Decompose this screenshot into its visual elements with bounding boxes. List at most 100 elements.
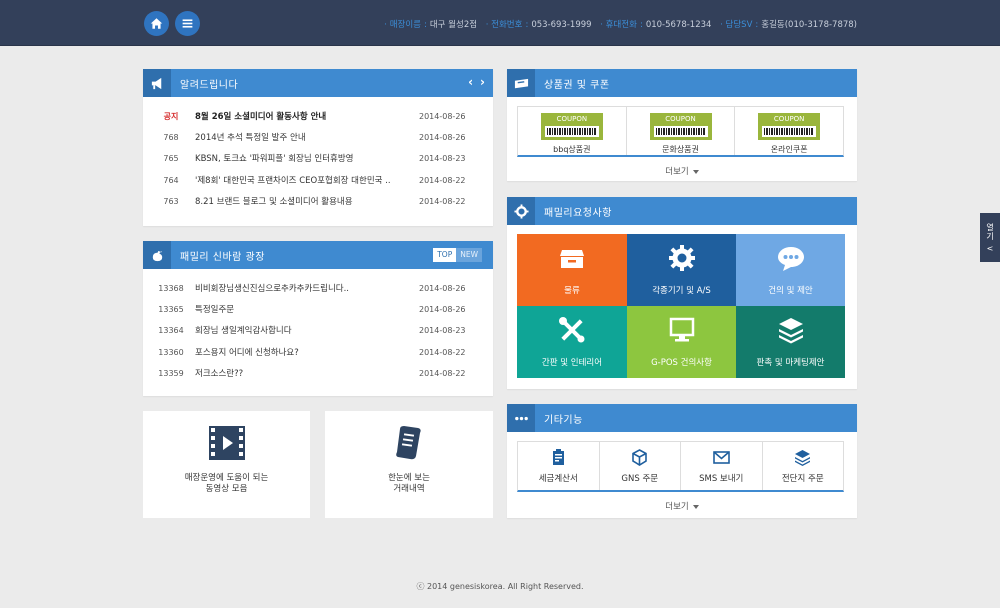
coupon-name: 문화상품권 <box>662 145 699 154</box>
film-icon <box>208 426 245 460</box>
list-item-no: 13365 <box>158 304 184 314</box>
family-header: 패밀리 신바람 광장 TOP NEW <box>143 241 493 269</box>
tile-label: 각종기기 및 A/S <box>652 286 711 296</box>
list-item[interactable]: 763 8.21 브랜드 블로그 및 소셜미디어 활용내용 2014-08-22 <box>143 191 493 211</box>
ledger-line2: 거래내역 <box>393 484 425 494</box>
list-item-title[interactable]: 회장님 생일계익감사합니다 <box>195 324 419 336</box>
more-label: 더보기 <box>665 167 689 177</box>
list-item-no: 13364 <box>158 325 184 335</box>
list-item-date: 2014-08-26 <box>419 111 466 121</box>
tools-icon <box>559 317 585 343</box>
layers-icon <box>795 449 811 466</box>
next-arrow-icon[interactable]: › <box>480 76 485 89</box>
barcode-icon <box>762 126 817 137</box>
list-item[interactable]: 768 2014년 추석 특정일 발주 안내 2014-08-26 <box>143 127 493 147</box>
phone-value: 053-693-1999 <box>531 20 592 30</box>
list-item-title[interactable]: 비비회장님생신진심으로추카추카드립니다.. <box>195 282 419 294</box>
mobile-label: 휴대전화 <box>605 20 637 30</box>
list-item-title[interactable]: '제8회' 대한민국 프랜차이즈 CEO포협회장 대한민국 .. <box>195 174 419 186</box>
list-item-no: 13360 <box>158 347 184 357</box>
list-item-date: 2014-08-23 <box>419 325 466 335</box>
notice-title: 알려드립니다 <box>180 79 239 91</box>
layers-icon <box>778 318 803 344</box>
receipt-icon <box>552 448 564 465</box>
caret-down-icon <box>692 169 699 174</box>
home-button[interactable] <box>144 11 169 36</box>
chat-icon <box>777 247 804 271</box>
list-item-no: 13359 <box>158 368 184 378</box>
func-label: SMS 보내기 <box>699 473 744 484</box>
side-open-tab[interactable]: 열 기 < <box>980 213 1000 262</box>
list-item[interactable]: 13360 포스용지 어디에 신청하나요? 2014-08-22 <box>143 342 493 362</box>
tab-top[interactable]: TOP <box>433 248 457 262</box>
requests-panel: 패밀리요청사항 물류 각종기기 및 A/S 건의 및 제안 간판 및 인테리어 … <box>507 197 857 389</box>
list-item[interactable]: 765 KBSN, 토크쇼 '파워피플' 회장님 인터휴방영 2014-08-2… <box>143 148 493 168</box>
tile-label: 간판 및 인테리어 <box>541 358 603 368</box>
barcode-icon <box>653 126 708 137</box>
top-bar: · 매장이름: 대구 월성2점 · 전화번호:053-693-1999 · 휴대전… <box>0 0 1000 46</box>
list-item-title[interactable]: 2014년 추석 특정일 발주 안내 <box>195 131 419 143</box>
tile-equipment[interactable]: 각종기기 및 A/S <box>627 234 736 306</box>
list-item[interactable]: 공지 8월 26일 소셜미디어 활동사항 안내 2014-08-26 <box>143 106 493 126</box>
tile-interior[interactable]: 간판 및 인테리어 <box>517 306 627 378</box>
coupon-item[interactable]: COUPON 온라인쿠폰 <box>735 107 843 155</box>
coupon-item[interactable]: COUPON 문화상품권 <box>627 107 736 155</box>
func-label: 전단지 주문 <box>781 473 824 484</box>
video-line1: 매장운영에 도움이 되는 <box>184 473 269 483</box>
requests-grid: 물류 각종기기 및 A/S 건의 및 제안 간판 및 인테리어 G-POS 건의… <box>517 234 845 378</box>
requests-header: 패밀리요청사항 <box>507 197 857 225</box>
prev-arrow-icon[interactable]: ‹ <box>468 76 473 89</box>
tile-gpos[interactable]: G-POS 건의사항 <box>627 306 736 378</box>
menu-button[interactable] <box>175 11 200 36</box>
list-item-title[interactable]: 8.21 브랜드 블로그 및 소셜미디어 활용내용 <box>195 195 419 207</box>
etc-more-button[interactable]: 더보기 <box>507 500 857 512</box>
sms-send-button[interactable]: SMS 보내기 <box>681 442 763 490</box>
list-item-title[interactable]: KBSN, 토크쇼 '파워피플' 회장님 인터휴방영 <box>195 152 419 164</box>
barcode-icon <box>544 126 599 137</box>
coupon-header: 상품권 및 쿠폰 <box>507 69 857 97</box>
video-link-box[interactable]: 매장운영에 도움이 되는 동영상 모음 <box>143 411 310 518</box>
video-line2: 동영상 모음 <box>205 484 248 494</box>
family-panel: 패밀리 신바람 광장 TOP NEW 13368 비비회장님생신진심으로추카추카… <box>143 241 493 396</box>
gns-order-button[interactable]: GNS 주문 <box>600 442 681 490</box>
coupon-name: 온라인쿠폰 <box>770 145 808 154</box>
list-item-no: 764 <box>163 175 179 185</box>
list-item[interactable]: 13359 저크소스란?? 2014-08-22 <box>143 363 493 383</box>
store-info: · 매장이름: 대구 월성2점 · 전화번호:053-693-1999 · 휴대전… <box>384 20 857 30</box>
dots-icon <box>507 404 535 432</box>
coupon-name: bbq상품권 <box>553 145 591 154</box>
coupon-card-icon: COUPON <box>649 113 712 140</box>
monitor-icon <box>669 317 694 342</box>
list-item-no: 공지 <box>163 111 179 121</box>
requests-title: 패밀리요청사항 <box>544 207 612 219</box>
sv-value: 홍길동(010-3178-7878) <box>761 20 857 30</box>
tile-logistics[interactable]: 물류 <box>517 234 627 306</box>
cube-icon <box>632 448 648 466</box>
list-item-date: 2014-08-26 <box>419 132 466 142</box>
list-item[interactable]: 13368 비비회장님생신진심으로추카추카드립니다.. 2014-08-26 <box>143 278 493 298</box>
list-item-title[interactable]: 8월 26일 소셜미디어 활동사항 안내 <box>195 110 419 122</box>
tile-suggestion[interactable]: 건의 및 제안 <box>736 234 845 306</box>
tab-new[interactable]: NEW <box>456 248 482 262</box>
etc-header: 기타기능 <box>507 404 857 432</box>
coupon-title: 상품권 및 쿠폰 <box>544 79 610 91</box>
ledger-link-box[interactable]: 한눈에 보는 거래내역 <box>325 411 493 518</box>
list-item-title[interactable]: 포스용지 어디에 신청하나요? <box>195 346 419 358</box>
coupon-item[interactable]: COUPON bbq상품권 <box>518 107 627 155</box>
list-item-no: 765 <box>163 153 179 163</box>
list-item-title[interactable]: 저크소스란?? <box>195 367 419 379</box>
list-item-title[interactable]: 특정일주문 <box>195 303 419 315</box>
flyer-order-button[interactable]: 전단지 주문 <box>763 442 844 490</box>
tax-invoice-button[interactable]: 세금계산서 <box>518 442 600 490</box>
more-label: 더보기 <box>665 502 689 512</box>
list-item[interactable]: 764 '제8회' 대한민국 프랜차이즈 CEO포협회장 대한민국 .. 201… <box>143 170 493 190</box>
list-item[interactable]: 13365 특정일주문 2014-08-26 <box>143 299 493 319</box>
store-label: 매장이름 <box>389 20 421 30</box>
sv-label: 담당SV <box>725 20 753 30</box>
chicken-icon <box>143 241 171 269</box>
list-item-no: 768 <box>163 132 179 142</box>
tile-marketing[interactable]: 판촉 및 마케팅제안 <box>736 306 845 378</box>
etc-panel: 기타기능 세금계산서 GNS 주문 SMS 보내기 전단지 주문 더보기 <box>507 404 857 518</box>
list-item[interactable]: 13364 회장님 생일계익감사합니다 2014-08-23 <box>143 320 493 340</box>
coupon-more-button[interactable]: 더보기 <box>507 165 857 177</box>
